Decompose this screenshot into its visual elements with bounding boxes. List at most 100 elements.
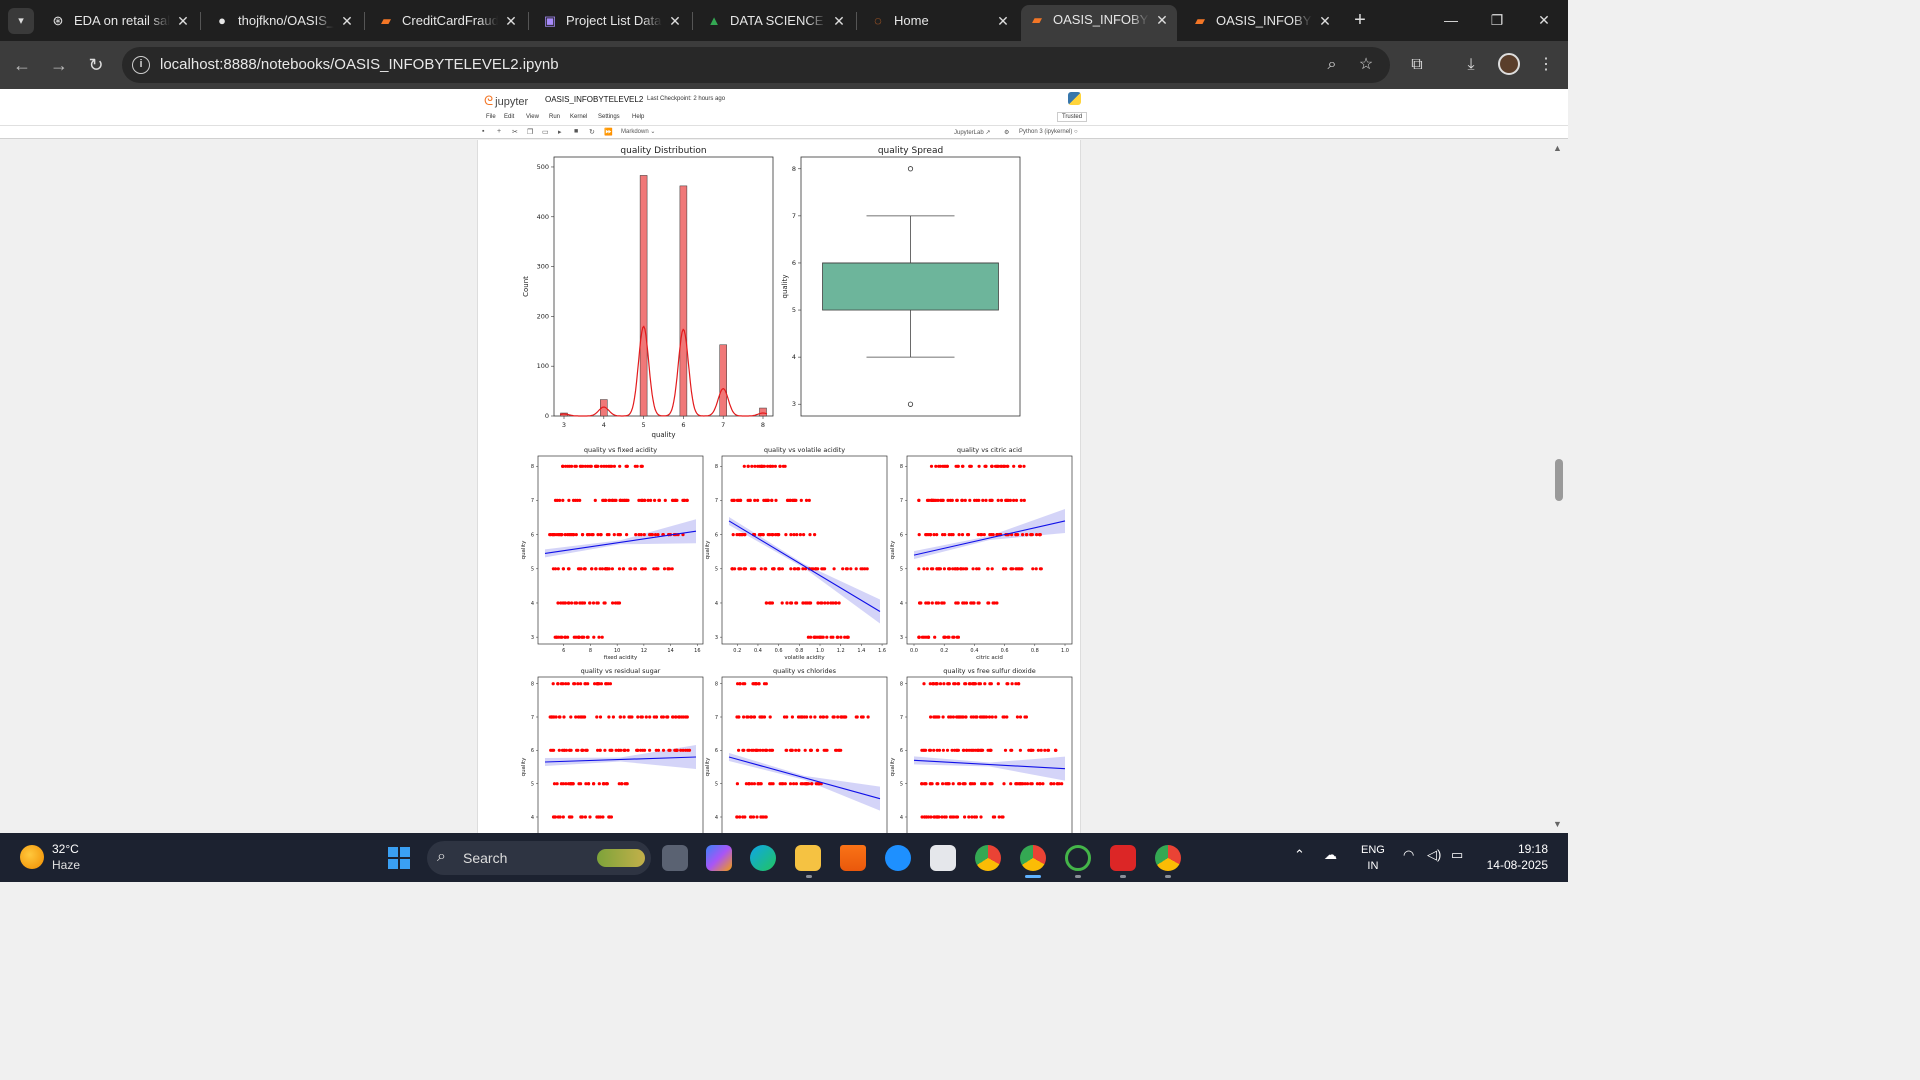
python-app-icon[interactable]: [885, 845, 911, 871]
tab-eda[interactable]: ⊛ EDA on retail sales ✕: [42, 6, 198, 36]
tab-data-science[interactable]: ▲ DATA SCIENCE TASKS ✕: [698, 6, 854, 36]
close-tab-icon[interactable]: ✕: [502, 6, 520, 36]
scatter-point: [925, 498, 930, 502]
zoom-icon[interactable]: ⌕: [1320, 53, 1344, 77]
jupyterlab-link[interactable]: JupyterLab ↗: [954, 129, 990, 136]
language-indicator[interactable]: ENG IN: [1361, 842, 1385, 874]
stop-icon[interactable]: ■: [574, 128, 578, 135]
scatter-point: [806, 782, 811, 786]
restore-button[interactable]: ❐: [1482, 8, 1512, 32]
download-icon[interactable]: ⤓: [1459, 53, 1483, 77]
boxplot-y-tick-label: 8: [792, 165, 796, 173]
close-window-button[interactable]: ✕: [1529, 8, 1559, 32]
tab-home[interactable]: ◌ Home ✕: [862, 6, 1018, 36]
edge-icon[interactable]: [750, 845, 776, 871]
scatter-point: [756, 782, 760, 786]
paste-icon[interactable]: ▭: [542, 128, 549, 136]
jupyter-logo[interactable]: ᘓ jupyter: [484, 93, 528, 109]
tab-creditcard[interactable]: ▰ CreditCardFraud ✕: [370, 6, 526, 36]
close-tab-icon[interactable]: ✕: [1153, 5, 1171, 35]
scroll-up-arrow-icon[interactable]: ▲: [1553, 143, 1562, 153]
close-tab-icon[interactable]: ✕: [666, 6, 684, 36]
copilot-icon[interactable]: [706, 845, 732, 871]
tab-github[interactable]: ● thojfkno/OASIS_INFOBYTE ✕: [206, 6, 362, 36]
scatter-point: [943, 635, 947, 639]
scatter-point: [583, 567, 587, 571]
forward-arrow-icon[interactable]: →: [47, 53, 71, 77]
scrollbar-thumb[interactable]: [1555, 459, 1563, 501]
chrome-profile2-icon[interactable]: [1155, 845, 1181, 871]
reload-icon[interactable]: ↻: [84, 53, 108, 77]
menu-file[interactable]: File: [486, 114, 496, 120]
tab-project-list[interactable]: ▣ Project List Data ✕: [534, 6, 690, 36]
tab-oasis[interactable]: ▰ OASIS_INFOBYTELEVEL2 ✕: [1184, 6, 1340, 36]
scatter-x-tick-label: 16: [694, 648, 700, 654]
weather-temperature[interactable]: 32°C: [52, 842, 79, 856]
menu-kebab-icon[interactable]: ⋮: [1534, 53, 1558, 77]
tab-search-button[interactable]: ▾: [8, 8, 34, 34]
close-tab-icon[interactable]: ✕: [830, 6, 848, 36]
scatter-point: [758, 748, 762, 752]
anaconda-icon[interactable]: [1065, 845, 1091, 871]
scatter-point: [663, 498, 667, 502]
scatter-point: [1017, 567, 1021, 571]
close-tab-icon[interactable]: ✕: [338, 6, 356, 36]
weather-description[interactable]: Haze: [52, 858, 80, 872]
close-tab-icon[interactable]: ✕: [1316, 6, 1334, 36]
scatter-point: [559, 682, 563, 686]
chevron-up-icon[interactable]: ⌃: [1294, 847, 1305, 863]
scatter-point: [1055, 782, 1060, 786]
address-bar[interactable]: i localhost:8888/notebooks/OASIS_INFOBYT…: [122, 47, 1390, 83]
copy-icon[interactable]: ❐: [527, 128, 533, 136]
file-explorer-icon[interactable]: [795, 845, 821, 871]
close-tab-icon[interactable]: ✕: [994, 6, 1012, 36]
menu-settings[interactable]: Settings: [598, 114, 620, 120]
store-icon[interactable]: [930, 845, 956, 871]
cell-type-select[interactable]: Markdown ⌄: [621, 128, 655, 135]
winrar-icon[interactable]: [1110, 845, 1136, 871]
minimize-button[interactable]: —: [1436, 8, 1466, 32]
wifi-icon[interactable]: ◠: [1403, 847, 1414, 863]
restart-icon[interactable]: ↻: [589, 128, 595, 136]
onedrive-icon[interactable]: ☁: [1324, 847, 1337, 863]
task-view-icon[interactable]: [662, 845, 688, 871]
menu-run[interactable]: Run: [549, 114, 560, 120]
menu-view[interactable]: View: [526, 114, 539, 120]
menu-kernel[interactable]: Kernel: [570, 114, 587, 120]
add-cell-icon[interactable]: +: [497, 128, 501, 135]
menu-help[interactable]: Help: [632, 114, 644, 120]
volume-icon[interactable]: ◁): [1427, 847, 1441, 863]
taskbar-search[interactable]: ⌕ Search: [427, 841, 651, 875]
extensions-icon[interactable]: ⧉: [1405, 53, 1429, 77]
save-icon[interactable]: ▪: [482, 128, 484, 135]
scatter-point: [1022, 498, 1026, 502]
start-button[interactable]: [388, 847, 410, 869]
menu-edit[interactable]: Edit: [504, 114, 514, 120]
scroll-down-arrow-icon[interactable]: ▼: [1553, 819, 1562, 829]
vlc-icon[interactable]: [840, 845, 866, 871]
boxplot-y-tick-label: 4: [792, 353, 796, 361]
cut-icon[interactable]: ✂: [512, 128, 518, 136]
weather-sun-icon[interactable]: [20, 845, 44, 869]
scatter-point: [957, 533, 961, 537]
scatter-point: [947, 635, 951, 639]
back-arrow-icon[interactable]: ←: [10, 53, 34, 77]
profile-avatar[interactable]: [1498, 53, 1520, 75]
trusted-badge[interactable]: Trusted: [1057, 112, 1087, 122]
chrome-icon[interactable]: [975, 845, 1001, 871]
close-tab-icon[interactable]: ✕: [174, 6, 192, 36]
bug-icon[interactable]: ⚙: [1004, 129, 1009, 136]
tab-oasis-active[interactable]: ▰ OASIS_INFOBYTELEVEL2 ✕: [1021, 5, 1177, 41]
new-tab-button[interactable]: +: [1348, 8, 1372, 32]
chrome-profile-icon[interactable]: [1020, 845, 1046, 871]
run-all-icon[interactable]: ⏩: [604, 128, 613, 136]
kernel-status[interactable]: Python 3 (ipykernel) ○: [1019, 129, 1078, 135]
scatter-point: [785, 748, 789, 752]
url-text[interactable]: localhost:8888/notebooks/OASIS_INFOBYTEL…: [160, 47, 559, 83]
battery-icon[interactable]: ▭: [1451, 847, 1463, 863]
run-icon[interactable]: ▸: [558, 128, 562, 136]
notebook-name[interactable]: OASIS_INFOBYTELEVEL2: [545, 95, 643, 104]
site-info-icon[interactable]: i: [132, 56, 150, 74]
bookmark-star-icon[interactable]: ☆: [1354, 53, 1378, 77]
taskbar-clock[interactable]: 19:18 14-08-2025: [1484, 841, 1548, 873]
